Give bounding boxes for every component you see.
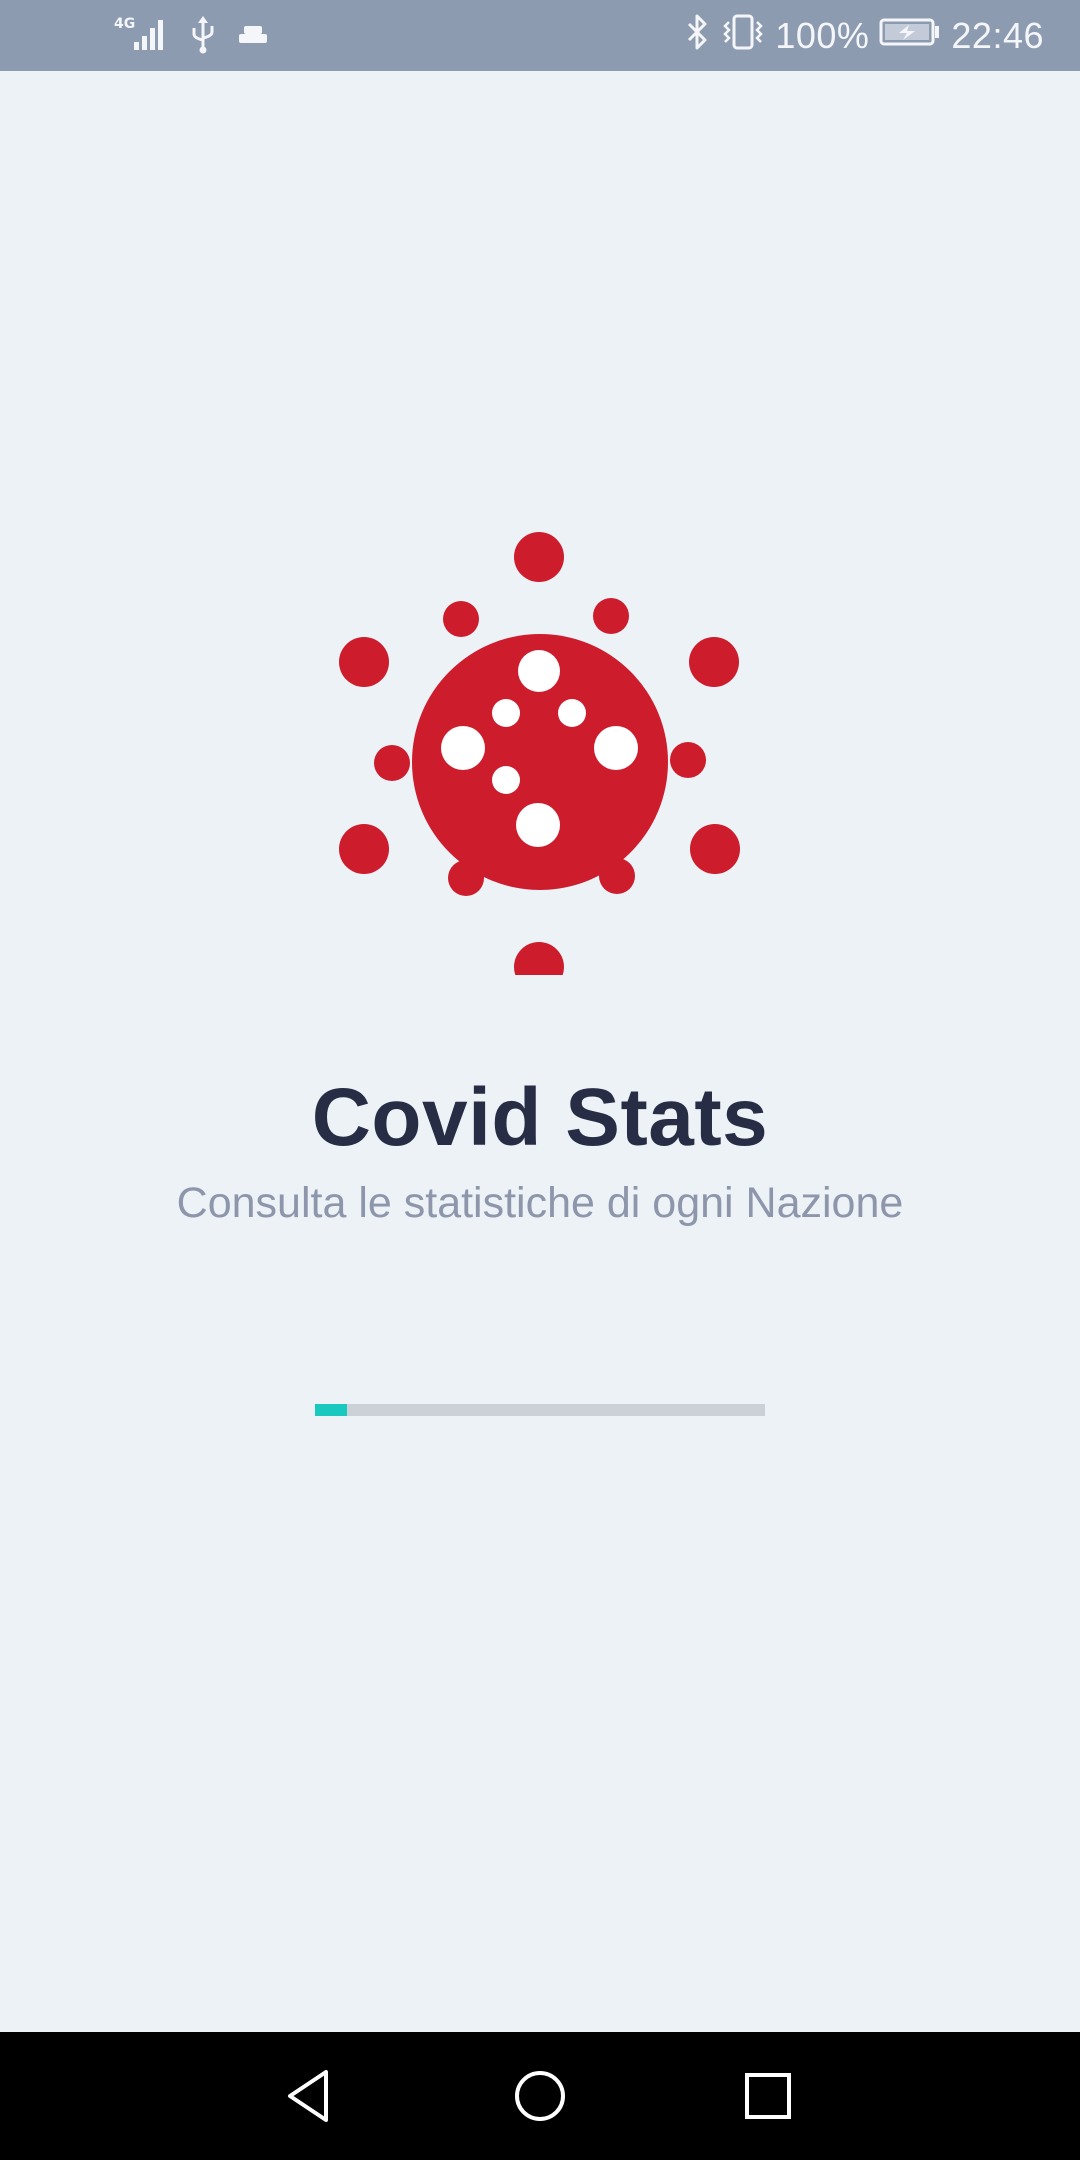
recents-button[interactable] <box>728 2056 808 2136</box>
app-title: Covid Stats <box>311 1072 769 1163</box>
battery-charging-icon <box>879 14 941 59</box>
status-left-icons: 4G <box>114 14 270 58</box>
virus-icon <box>330 515 750 992</box>
network-type-label: 4G <box>114 16 135 32</box>
recents-icon <box>745 2073 791 2119</box>
status-right-icons: 100% 22:46 <box>685 10 1044 62</box>
status-bar: 4G 100% 22:46 <box>0 0 1080 71</box>
back-button[interactable] <box>270 2056 350 2136</box>
back-icon <box>288 2070 328 2122</box>
bluetooth-icon <box>685 12 711 61</box>
home-icon <box>515 2071 565 2121</box>
battery-percent: 100% <box>775 15 870 56</box>
app-subtitle: Consulta le statistiche di ogni Nazione <box>176 1179 904 1227</box>
loading-progress-fill <box>315 1404 347 1416</box>
clock: 22:46 <box>951 15 1044 56</box>
splash-screen: Covid Stats Consulta le statistiche di o… <box>0 71 1080 2032</box>
signal-icon: 4G <box>114 14 170 59</box>
notification-icon <box>236 14 270 59</box>
home-button[interactable] <box>500 2056 580 2136</box>
vibrate-icon <box>721 12 765 61</box>
navigation-bar <box>0 2032 1080 2160</box>
loading-progress-bar <box>315 1404 765 1416</box>
usb-icon <box>190 14 216 59</box>
